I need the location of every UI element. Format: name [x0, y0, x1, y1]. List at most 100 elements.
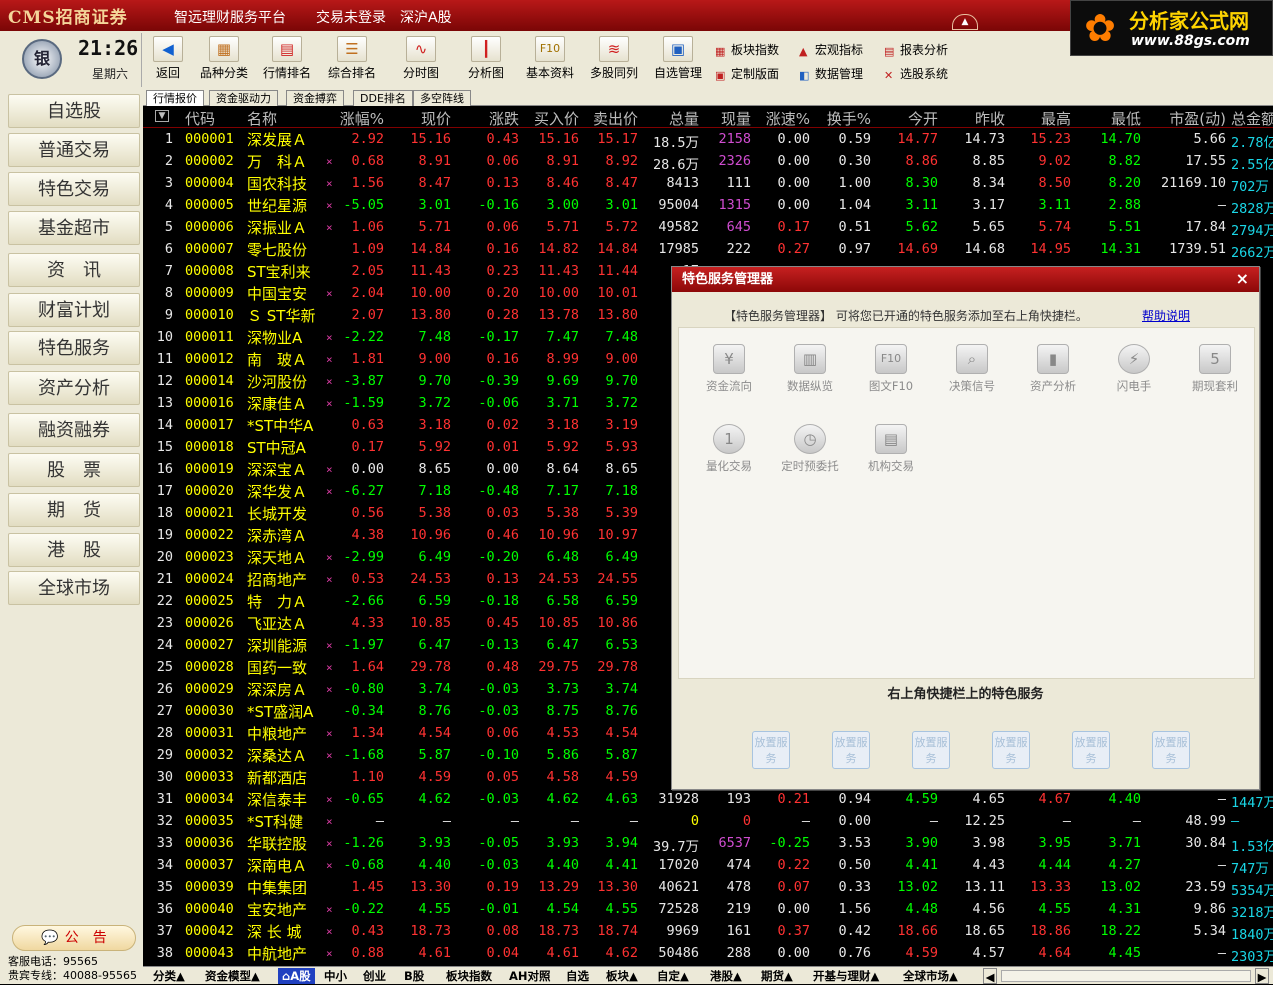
- bottom-tab-watchlist[interactable]: 自选: [566, 968, 589, 984]
- service-scheduled-order[interactable]: ◷ 定时预委托: [770, 424, 850, 474]
- col-header-change[interactable]: 涨跌: [461, 108, 519, 129]
- col-header-code[interactable]: 代码: [185, 108, 215, 129]
- kline-chart-button[interactable]: ┃ 分析图: [455, 33, 517, 81]
- service-data-overview[interactable]: ▥ 数据纵览: [770, 344, 850, 394]
- ad-banner[interactable]: ✿ 分析家公式网 www.88gs.com: [1070, 0, 1273, 56]
- service-f10-document[interactable]: F10 图文F10: [851, 344, 931, 394]
- table-row[interactable]: 1 000001 深发展Ａ 2.92 15.16 0.43 15.16 15.17 18.5万 2…: [143, 128, 1273, 151]
- bottom-tab-chinext[interactable]: 创业: [363, 968, 386, 984]
- sidebar-item-special-trade[interactable]: 特色交易: [8, 172, 140, 206]
- col-header-speed[interactable]: 涨速%: [758, 108, 810, 129]
- service-fund-flow[interactable]: ¥ 资金流向: [689, 344, 769, 394]
- bottom-tab-futures[interactable]: 期货▲: [761, 968, 793, 984]
- bottom-tab-hk[interactable]: 港股▲: [710, 968, 742, 984]
- bottom-tab-custom[interactable]: 自定▲: [657, 968, 689, 984]
- bottom-tab-sector[interactable]: 板块▲: [606, 968, 638, 984]
- col-header-volume[interactable]: 总量: [643, 108, 699, 129]
- table-row[interactable]: 35 000039 中集集团 1.45 13.30 0.19 13.29 13.30 40621…: [143, 876, 1273, 899]
- sidebar-item-hk-stocks[interactable]: 港 股: [8, 533, 140, 567]
- stock-picker-button[interactable]: ✕ 选股系统: [884, 65, 948, 82]
- service-slot[interactable]: 放置服务: [832, 731, 870, 769]
- col-header-pe[interactable]: 市盈(动): [1148, 108, 1226, 129]
- service-slot[interactable]: 放置服务: [752, 731, 790, 769]
- tab-fund-drive[interactable]: 资金驱动力: [209, 90, 278, 106]
- table-row[interactable]: 3 000004 国农科技 × 1.56 8.47 0.13 8.46 8.47 8413 111 0…: [143, 172, 1273, 195]
- trade-login-status[interactable]: 交易未登录: [316, 7, 386, 27]
- close-icon[interactable]: ×: [1236, 269, 1249, 289]
- sidebar-item-futures[interactable]: 期 货: [8, 493, 140, 527]
- col-header-price[interactable]: 现价: [393, 108, 451, 129]
- back-button[interactable]: ◀ 返回: [137, 33, 199, 81]
- col-header-bid[interactable]: 买入价: [523, 108, 579, 129]
- col-header-prev-close[interactable]: 昨收: [955, 108, 1005, 129]
- table-row[interactable]: 33 000036 华联控股 × -1.26 3.93 -0.05 3.93 3.94 39.7万…: [143, 832, 1273, 855]
- table-row[interactable]: 5 000006 深振业Ａ × 1.06 5.71 0.06 5.71 5.72 49582 645…: [143, 216, 1273, 239]
- col-header-name[interactable]: 名称: [247, 108, 277, 129]
- scroll-left-icon[interactable]: ◀: [983, 968, 997, 984]
- service-slot[interactable]: 放置服务: [992, 731, 1030, 769]
- sidebar-item-stocks[interactable]: 股 票: [8, 453, 140, 487]
- category-button[interactable]: ▦ 品种分类: [193, 33, 255, 81]
- service-quant-trade[interactable]: 1 量化交易: [689, 424, 769, 474]
- tab-quotes[interactable]: 行情报价: [146, 90, 204, 106]
- tab-bull-bear[interactable]: 多空阵线: [413, 90, 471, 106]
- bottom-tab-sector-index[interactable]: 板块指数: [446, 968, 492, 984]
- bank-lock-icon[interactable]: 银: [22, 39, 62, 79]
- bottom-tab-b-shares[interactable]: B股: [404, 968, 424, 984]
- bottom-tab-funds-wealth[interactable]: 开基与理财▲: [813, 968, 879, 984]
- column-menu-icon[interactable]: ▼: [155, 110, 169, 122]
- sidebar-item-normal-trade[interactable]: 普通交易: [8, 133, 140, 167]
- col-header-change-pct[interactable]: 涨幅%: [328, 108, 384, 129]
- sidebar-item-fund-market[interactable]: 基金超市: [8, 211, 140, 245]
- bottom-tab-fund-model[interactable]: 资金模型▲: [205, 968, 260, 984]
- sidebar-item-special-service[interactable]: 特色服务: [8, 331, 140, 365]
- service-slot[interactable]: 放置服务: [1072, 731, 1110, 769]
- multi-stock-button[interactable]: ≋ 多股同列: [583, 33, 645, 81]
- service-lightning[interactable]: ⚡ 闪电手: [1094, 344, 1174, 394]
- watchlist-manage-button[interactable]: ▣ 自选管理: [647, 33, 709, 81]
- bottom-tab-category[interactable]: 分类▲: [153, 968, 185, 984]
- service-arbitrage[interactable]: 5 期现套利: [1175, 344, 1255, 394]
- table-row[interactable]: 2 000002 万 科Ａ × 0.68 8.91 0.06 8.91 8.92 28.6万 232…: [143, 150, 1273, 173]
- table-row[interactable]: 36 000040 宝安地产 × -0.22 4.55 -0.01 4.54 4.55 72528…: [143, 898, 1273, 921]
- custom-layout-button[interactable]: ▣ 定制版面: [715, 65, 779, 82]
- service-asset-analysis[interactable]: ▮ 资产分析: [1013, 344, 1093, 394]
- intraday-chart-button[interactable]: ∿ 分时图: [390, 33, 452, 81]
- table-row[interactable]: 38 000043 中航地产 × 0.88 4.61 0.04 4.61 4.62 50486 28…: [143, 942, 1273, 965]
- col-header-current-volume[interactable]: 现量: [703, 108, 751, 129]
- col-header-turnover[interactable]: 换手%: [818, 108, 871, 129]
- service-decision-signal[interactable]: ⌕ 决策信号: [932, 344, 1012, 394]
- help-link[interactable]: 帮助说明: [1142, 307, 1190, 324]
- col-header-high[interactable]: 最高: [1013, 108, 1071, 129]
- bottom-tab-global[interactable]: 全球市场▲: [903, 968, 958, 984]
- sidebar-item-margin-trading[interactable]: 融资融券: [8, 413, 140, 447]
- service-institution-trade[interactable]: ▤ 机构交易: [851, 424, 931, 474]
- sidebar-item-asset-analysis[interactable]: 资产分析: [8, 371, 140, 405]
- restore-icon[interactable]: ▲: [952, 14, 978, 30]
- data-manage-button[interactable]: ◧ 数据管理: [799, 65, 863, 82]
- composite-ranking-button[interactable]: ☰ 综合排名: [321, 33, 383, 81]
- report-analysis-button[interactable]: ▤ 报表分析: [884, 41, 948, 58]
- table-row[interactable]: 32 000035 *ST科健 × — — — — —0 0—0.00—12.25— —48.99—: [143, 810, 1273, 832]
- f10-button[interactable]: F10 基本资料: [519, 33, 581, 81]
- ranking-button[interactable]: ▤ 行情排名: [256, 33, 318, 81]
- bottom-tab-a-shares[interactable]: ⌂A股: [278, 968, 315, 984]
- table-row[interactable]: 34 000037 深南电Ａ × -0.68 4.40 -0.03 4.40 4.41 17020…: [143, 854, 1273, 877]
- service-slot[interactable]: 放置服务: [912, 731, 950, 769]
- sidebar-item-watchlist[interactable]: 自选股: [8, 94, 140, 128]
- sidebar-item-news[interactable]: 资 讯: [8, 253, 140, 287]
- col-header-amount[interactable]: 总金额: [1231, 108, 1273, 129]
- sector-index-button[interactable]: ▦ 板块指数: [715, 41, 779, 58]
- scroll-right-icon[interactable]: ▶: [1255, 968, 1269, 984]
- table-row[interactable]: 6 000007 零七股份 1.09 14.84 0.16 14.82 14.84 17985 2…: [143, 238, 1273, 261]
- sidebar-item-global-market[interactable]: 全球市场: [8, 571, 140, 605]
- tab-dde-ranking[interactable]: DDE排名: [353, 90, 413, 106]
- horizontal-scrollbar[interactable]: [1001, 970, 1251, 982]
- sidebar-item-wealth-plan[interactable]: 财富计划: [8, 293, 140, 327]
- col-header-ask[interactable]: 卖出价: [580, 108, 638, 129]
- bottom-tab-ah-compare[interactable]: AH对照: [509, 968, 551, 984]
- table-row[interactable]: 37 000042 深 长 城 × 0.43 18.73 0.08 18.73 18.74 996…: [143, 920, 1273, 943]
- service-slot[interactable]: 放置服务: [1152, 731, 1190, 769]
- table-row[interactable]: 4 000005 世纪星源 × -5.05 3.01 -0.16 3.00 3.01 95004 1…: [143, 194, 1273, 217]
- col-header-low[interactable]: 最低: [1083, 108, 1141, 129]
